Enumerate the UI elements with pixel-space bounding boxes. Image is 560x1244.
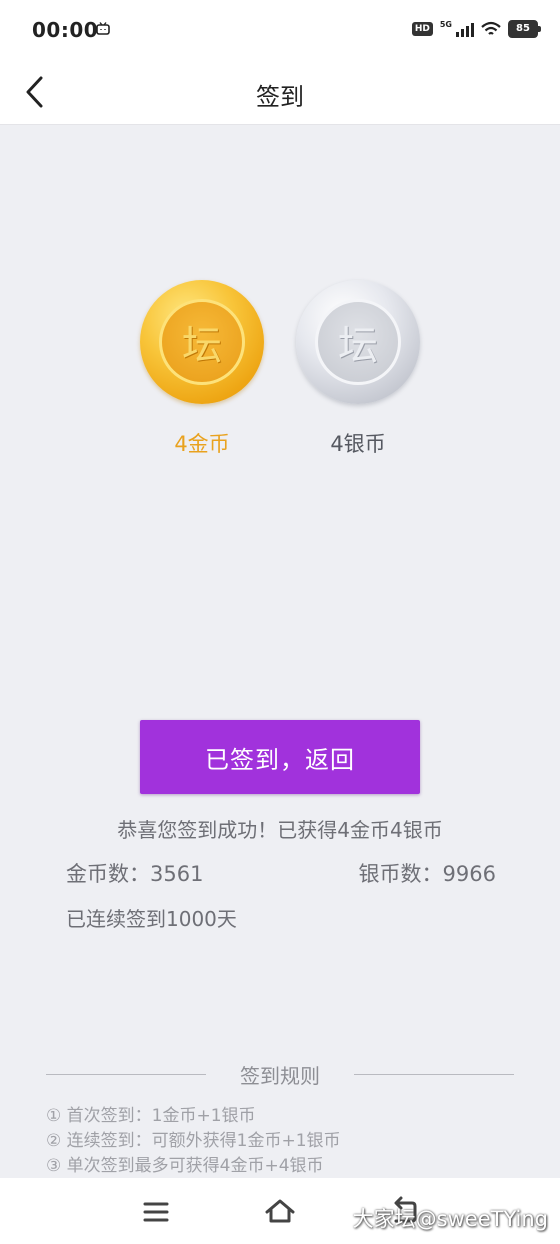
gold-count: 金币数：3561 [66,862,204,886]
top-nav-bar: 签到 [0,60,560,125]
rule-item: ③ 单次签到最多可获得4金币+4银币 [46,1156,324,1176]
menu-button[interactable] [136,1192,176,1232]
gold-coin-icon: 坛 [140,280,264,404]
signal-icon [456,21,474,37]
success-message: 恭喜您签到成功！已获得4金币4银币 [117,818,443,842]
tv-notification-icon [96,22,110,35]
silver-reward-label: 4银币 [330,432,386,456]
home-button[interactable] [260,1192,300,1232]
home-icon [265,1199,295,1223]
wifi-icon [481,21,501,35]
hd-badge: HD [411,22,433,36]
watermark: 大家坛@sweeTYing [352,1207,548,1231]
silver-coin-icon: 坛 [296,280,420,404]
gold-coin-glyph: 坛 [159,299,245,385]
rule-item: ① 首次签到：1金币+1银币 [46,1106,256,1126]
hamburger-icon [143,1202,169,1222]
signed-return-button[interactable]: 已签到，返回 [140,720,420,794]
streak-days: 已连续签到1000天 [66,907,237,931]
page-title: 签到 [256,83,304,111]
reward-coins: 坛 坛 4金币 4银币 [0,280,560,470]
rules-header: 签到规则 [46,1060,514,1088]
silver-coin-glyph: 坛 [315,299,401,385]
network-type: 5G [439,20,452,29]
gold-reward-label: 4金币 [174,432,230,456]
status-indicators: HD 5G 85 [411,20,541,38]
silver-count: 银币数：9966 [358,862,496,886]
rule-item: ② 连续签到：可额外获得1金币+1银币 [46,1131,341,1151]
status-bar: 00:00 HD 5G 85 [0,0,560,60]
rules-list: ① 首次签到：1金币+1银币 ② 连续签到：可额外获得1金币+1银币 ③ 单次签… [46,1104,341,1179]
divider [354,1074,514,1075]
status-time: 00:00 [32,18,99,42]
battery-icon: 85 [508,20,541,38]
